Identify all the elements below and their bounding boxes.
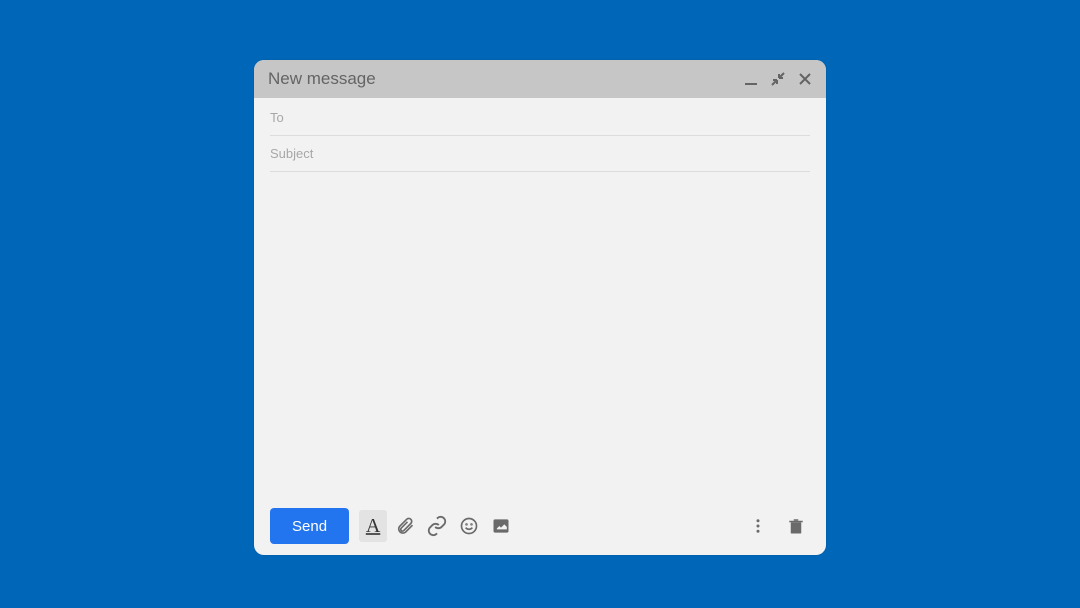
to-input[interactable] [270, 110, 810, 125]
window-controls [744, 71, 812, 87]
link-icon [426, 515, 448, 537]
formatting-options-button[interactable]: A [359, 510, 387, 542]
to-field-row [270, 100, 810, 136]
send-button[interactable]: Send [270, 508, 349, 544]
message-body-input[interactable] [254, 172, 826, 497]
compose-header: New message [254, 60, 826, 98]
paperclip-icon [395, 516, 415, 536]
formatting-toolbar: A [359, 508, 515, 544]
footer-right-controls [744, 508, 810, 544]
close-button[interactable] [798, 72, 812, 86]
insert-photo-button[interactable] [487, 508, 515, 544]
collapse-icon [770, 71, 786, 87]
compose-window: New message Send [254, 60, 826, 555]
more-vertical-icon [749, 517, 767, 535]
subject-input[interactable] [270, 146, 810, 161]
close-icon [798, 72, 812, 86]
compose-footer: Send A [254, 497, 826, 555]
image-icon [491, 516, 511, 536]
insert-emoji-button[interactable] [455, 508, 483, 544]
compose-body [254, 172, 826, 497]
minimize-button[interactable] [744, 72, 758, 86]
more-options-button[interactable] [744, 508, 772, 544]
pop-out-button[interactable] [770, 71, 786, 87]
trash-icon [787, 517, 805, 535]
attach-file-button[interactable] [391, 508, 419, 544]
format-text-icon: A [366, 515, 380, 538]
compose-fields [254, 98, 826, 172]
insert-link-button[interactable] [423, 508, 451, 544]
discard-draft-button[interactable] [782, 508, 810, 544]
subject-field-row [270, 136, 810, 172]
compose-title: New message [268, 69, 744, 89]
emoji-icon [459, 516, 479, 536]
minimize-icon [744, 72, 758, 86]
